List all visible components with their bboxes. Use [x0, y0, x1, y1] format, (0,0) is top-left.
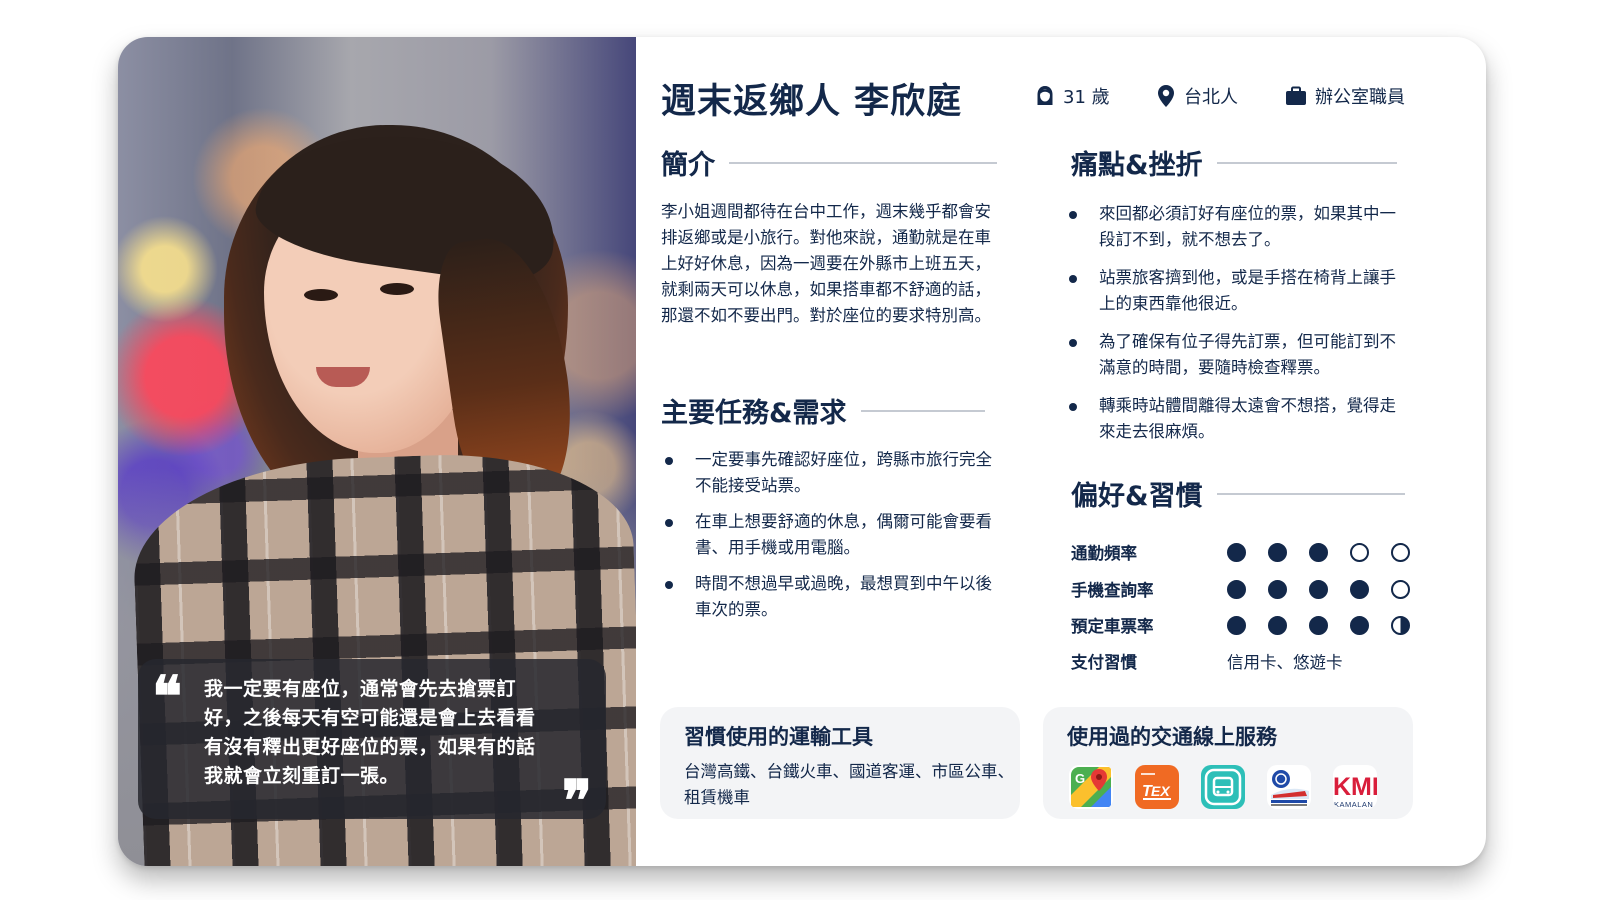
task-item: 在車上想要舒適的休息，偶爾可能會要看書、用手機或用電腦。 — [661, 509, 1007, 561]
google-maps-icon: G — [1069, 765, 1113, 809]
pain-point-item: 為了確保有位子得先訂票，但可能訂到不滿意的時間，要隨時檢查釋票。 — [1065, 329, 1409, 381]
rating-dots — [1227, 615, 1410, 635]
location-pin-icon — [1158, 85, 1174, 107]
pain-points-section-title: 痛點&挫折 — [1071, 143, 1397, 182]
kml-icon: KML KAMALAN — [1333, 765, 1377, 809]
pref-row-phone-query: 手機查詢率 — [1071, 577, 1410, 601]
rating-dots — [1227, 542, 1410, 562]
tasks-section-title: 主要任務&需求 — [661, 391, 985, 430]
person-icon — [1037, 86, 1053, 105]
persona-job-text: 辦公室職員 — [1315, 87, 1405, 108]
pref-row-booking: 預定車票率 — [1071, 613, 1410, 637]
intro-section-title: 簡介 — [661, 143, 997, 182]
quote-close-icon: ❞ — [561, 768, 592, 834]
rating-dot — [1309, 615, 1328, 635]
pref-row-payment: 支付習慣 信用卡、悠遊卡 — [1071, 649, 1343, 673]
pain-point-item: 轉乘時站體間離得太遠會不想搭，覺得走來走去很麻煩。 — [1065, 393, 1409, 445]
bus-app-icon — [1201, 765, 1245, 809]
rating-dot — [1391, 579, 1410, 599]
intro-text: 李小姐週間都待在台中工作，週末幾乎都會安排返鄉或是小旅行。對他來說，通勤就是在車… — [661, 202, 991, 325]
rating-dot — [1350, 542, 1369, 562]
transport-box: 習慣使用的運輸工具 台灣高鐵、台鐵火車、國道客運、市區公車、租賃機車 — [660, 707, 1020, 819]
rating-dot — [1309, 542, 1328, 562]
task-item: 一定要事先確認好座位，跨縣市旅行完全不能接受站票。 — [661, 447, 1007, 499]
svg-text:G: G — [1075, 771, 1085, 786]
pref-label: 預定車票率 — [1071, 617, 1154, 636]
payment-value: 信用卡、悠遊卡 — [1227, 653, 1343, 672]
persona-card: ❝ 我一定要有座位，通常會先去搶票訂好，之後每天有空可能還是會上去看看有沒有釋出… — [118, 37, 1486, 866]
kml-label: KML — [1333, 773, 1377, 801]
rating-dot — [1350, 615, 1369, 635]
preferences-section-title: 偏好&習慣 — [1071, 474, 1405, 513]
kml-sub-label: KAMALAN — [1334, 800, 1373, 809]
task-item: 時間不想過早或過晚，最想買到中午以後車次的票。 — [661, 571, 1007, 623]
pain-points-list: 來回都必須訂好有座位的票，如果其中一段訂不到，就不想去了。 站票旅客擠到他，或是… — [1065, 201, 1409, 445]
pref-label: 支付習慣 — [1071, 653, 1137, 672]
rating-dot — [1268, 579, 1287, 599]
pref-label: 通勤頻率 — [1071, 544, 1137, 563]
railway-app-icon — [1267, 765, 1311, 809]
quote-text: 我一定要有座位，通常會先去搶票訂好，之後每天有空可能還是會上去看看有沒有釋出更好… — [204, 678, 536, 787]
transport-title: 習慣使用的運輸工具 — [684, 725, 873, 749]
transport-text: 台灣高鐵、台鐵火車、國道客運、市區公車、租賃機車 — [684, 762, 1014, 807]
persona-hometown: 台北人 — [1156, 83, 1238, 109]
thsr-tex-icon: T EX — [1135, 765, 1179, 809]
pref-row-commute: 通勤頻率 — [1071, 540, 1410, 564]
rating-dot — [1391, 542, 1410, 562]
rating-dot — [1227, 542, 1246, 562]
rating-dot — [1350, 579, 1369, 599]
services-app-list: G T EX KM KAMALAN — [1069, 765, 1377, 809]
persona-photo: ❝ 我一定要有座位，通常會先去搶票訂好，之後每天有空可能還是會上去看看有沒有釋出… — [118, 37, 636, 866]
briefcase-icon — [1286, 86, 1306, 105]
persona-hometown-text: 台北人 — [1184, 87, 1238, 108]
services-title: 使用過的交通線上服務 — [1067, 725, 1277, 749]
pref-label: 手機查詢率 — [1071, 581, 1154, 600]
persona-age: 31 歲 — [1035, 83, 1110, 109]
persona-job: 辦公室職員 — [1285, 83, 1405, 109]
pain-point-item: 站票旅客擠到他，或是手搭在椅背上讓手上的東西靠他很近。 — [1065, 265, 1409, 317]
rating-dot — [1391, 615, 1410, 635]
rating-dot — [1268, 615, 1287, 635]
tasks-list: 一定要事先確認好座位，跨縣市旅行完全不能接受站票。 在車上想要舒適的休息，偶爾可… — [661, 447, 1007, 623]
svg-text:EX: EX — [1151, 783, 1171, 799]
quote-open-icon: ❝ — [152, 664, 183, 730]
rating-dot — [1309, 579, 1328, 599]
persona-age-text: 31 歲 — [1063, 87, 1110, 108]
rating-dot — [1227, 615, 1246, 635]
pain-point-item: 來回都必須訂好有座位的票，如果其中一段訂不到，就不想去了。 — [1065, 201, 1409, 253]
rating-dot — [1227, 579, 1246, 599]
persona-name: 週末返鄉人 李欣庭 — [661, 82, 963, 122]
services-box: 使用過的交通線上服務 G T EX KM KAMALAN — [1043, 707, 1413, 819]
rating-dot — [1268, 542, 1287, 562]
persona-quote: ❝ 我一定要有座位，通常會先去搶票訂好，之後每天有空可能還是會上去看看有沒有釋出… — [138, 659, 606, 829]
rating-dots — [1227, 579, 1410, 599]
